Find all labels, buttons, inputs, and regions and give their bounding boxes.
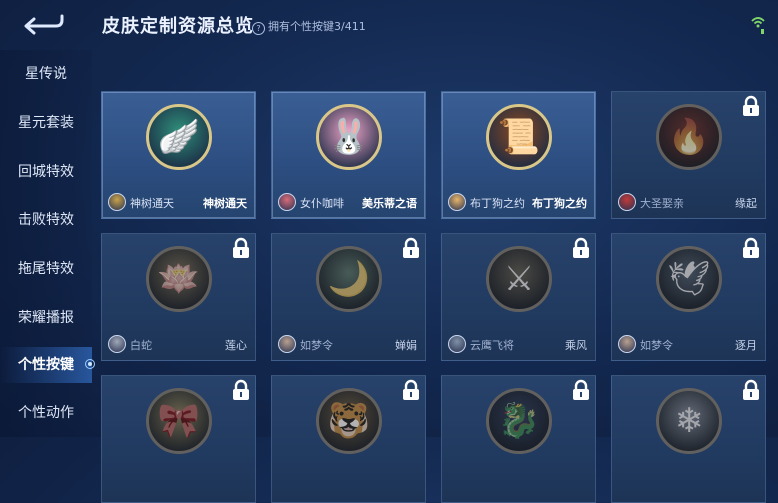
card-footer: 布丁狗之约 布丁狗之约 [442, 188, 595, 218]
avatar [108, 193, 126, 211]
lock-icon [401, 379, 421, 401]
hero-name: 女仆咖啡 [300, 197, 344, 210]
question-icon[interactable]: ? [252, 22, 265, 35]
skin-card[interactable]: 🕊 如梦令 逐月 [611, 233, 766, 361]
lock-icon [231, 237, 251, 259]
ribbon-icon: 🎀 [146, 388, 212, 454]
hero-name: 布丁狗之约 [470, 197, 525, 210]
skin-card[interactable]: 🪽 神树通天 神树通天 [101, 91, 256, 219]
owned-count: ? 拥有个性按键3/411 [252, 18, 366, 35]
skin-card[interactable]: 🪷 白蛇 莲心 [101, 233, 256, 361]
back-arrow-icon[interactable] [22, 10, 66, 38]
skin-resource-grid: 🪽 神树通天 神树通天 🐰 女仆咖啡 美乐蒂之语 📜 布丁狗之约 布丁狗之约 🔥 大圣娶亲 缘起 🪷 白蛇… [101, 91, 778, 503]
skin-name: 美乐蒂之语 [362, 197, 417, 210]
top-bar: 皮肤定制资源总览 ? 拥有个性按键3/411 [0, 0, 778, 50]
blue-dragon-icon: 🐉 [486, 388, 552, 454]
frost-blade-icon: ❄ [656, 388, 722, 454]
lock-icon [741, 379, 761, 401]
lock-icon [571, 237, 591, 259]
hero-name: 神树通天 [130, 197, 174, 210]
lock-icon [231, 379, 251, 401]
hero-name: 如梦令 [640, 339, 673, 352]
skin-card[interactable]: 📜 布丁狗之约 布丁狗之约 [441, 91, 596, 219]
card-footer: 如梦令 逐月 [612, 330, 765, 360]
sidebar-item[interactable]: 个性动作 [0, 395, 92, 431]
skin-name: 莲心 [225, 339, 247, 352]
lock-icon [741, 95, 761, 117]
skin-card[interactable]: 🐯 [271, 375, 426, 503]
hero-name: 大圣娶亲 [640, 197, 684, 210]
sidebar-item-label: 荣耀播报 [18, 310, 74, 326]
owned-count-value: 3/411 [334, 20, 366, 33]
sidebar-item-label: 回城特效 [18, 164, 74, 180]
sidebar-item-label: 个性动作 [18, 405, 74, 421]
skin-card[interactable]: 🔥 大圣娶亲 缘起 [611, 91, 766, 219]
page-title: 皮肤定制资源总览 [102, 16, 254, 37]
skin-card[interactable]: 🐉 [441, 375, 596, 503]
crane-wings-icon: 🕊 [656, 246, 722, 312]
sidebar-item-label: 个性按键 [18, 357, 74, 373]
avatar [618, 193, 636, 211]
card-footer: 神树通天 神树通天 [102, 188, 255, 218]
owned-prefix: 拥有个性按键 [268, 20, 334, 33]
sidebar: 星传说星元套装回城特效击败特效拖尾特效荣耀播报个性按键个性动作 [0, 50, 95, 437]
melody-bunny-icon: 🐰 [316, 104, 382, 170]
sidebar-item[interactable]: 个性按键 [0, 347, 95, 383]
skin-name: 乘风 [565, 339, 587, 352]
avatar [618, 335, 636, 353]
wifi-signal-icon [750, 14, 766, 36]
sidebar-item-label: 星元套装 [18, 115, 74, 131]
skin-name: 婵娟 [395, 339, 417, 352]
tiger-icon: 🐯 [316, 388, 382, 454]
sidebar-item[interactable]: 星传说 [0, 56, 92, 92]
skin-card[interactable]: 🎀 [101, 375, 256, 503]
sidebar-item[interactable]: 回城特效 [0, 154, 92, 190]
active-indicator-icon [85, 359, 95, 369]
sidebar-item[interactable]: 拖尾特效 [0, 251, 92, 287]
hero-name: 云鹰飞将 [470, 339, 514, 352]
sidebar-item-label: 星传说 [25, 66, 67, 82]
skin-name: 缘起 [735, 197, 757, 210]
hero-name: 如梦令 [300, 339, 333, 352]
avatar [448, 193, 466, 211]
sidebar-item-label: 击败特效 [18, 212, 74, 228]
moon-fan-icon: 🌙 [316, 246, 382, 312]
lotus-icon: 🪷 [146, 246, 212, 312]
red-staff-icon: 🔥 [656, 104, 722, 170]
avatar [448, 335, 466, 353]
sidebar-item[interactable]: 荣耀播报 [0, 300, 92, 336]
golden-scroll-icon: 📜 [486, 104, 552, 170]
skin-card[interactable]: ❄ [611, 375, 766, 503]
spear-icon: ⚔ [486, 246, 552, 312]
sidebar-item[interactable]: 击败特效 [0, 202, 92, 238]
card-footer: 如梦令 婵娟 [272, 330, 425, 360]
card-footer: 女仆咖啡 美乐蒂之语 [272, 188, 425, 218]
card-footer: 大圣娶亲 缘起 [612, 188, 765, 218]
avatar [278, 193, 296, 211]
lock-icon [741, 237, 761, 259]
lock-icon [401, 237, 421, 259]
skin-name: 神树通天 [203, 197, 247, 210]
skin-card[interactable]: ⚔ 云鹰飞将 乘风 [441, 233, 596, 361]
golden-wings-icon: 🪽 [146, 104, 212, 170]
hero-name: 白蛇 [130, 339, 152, 352]
skin-card[interactable]: 🌙 如梦令 婵娟 [271, 233, 426, 361]
skin-card[interactable]: 🐰 女仆咖啡 美乐蒂之语 [271, 91, 426, 219]
sidebar-item-label: 拖尾特效 [18, 261, 74, 277]
lock-icon [571, 379, 591, 401]
card-footer: 白蛇 莲心 [102, 330, 255, 360]
avatar [108, 335, 126, 353]
skin-name: 逐月 [735, 339, 757, 352]
sidebar-item[interactable]: 星元套装 [0, 105, 92, 141]
skin-name: 布丁狗之约 [532, 197, 587, 210]
card-footer: 云鹰飞将 乘风 [442, 330, 595, 360]
avatar [278, 335, 296, 353]
